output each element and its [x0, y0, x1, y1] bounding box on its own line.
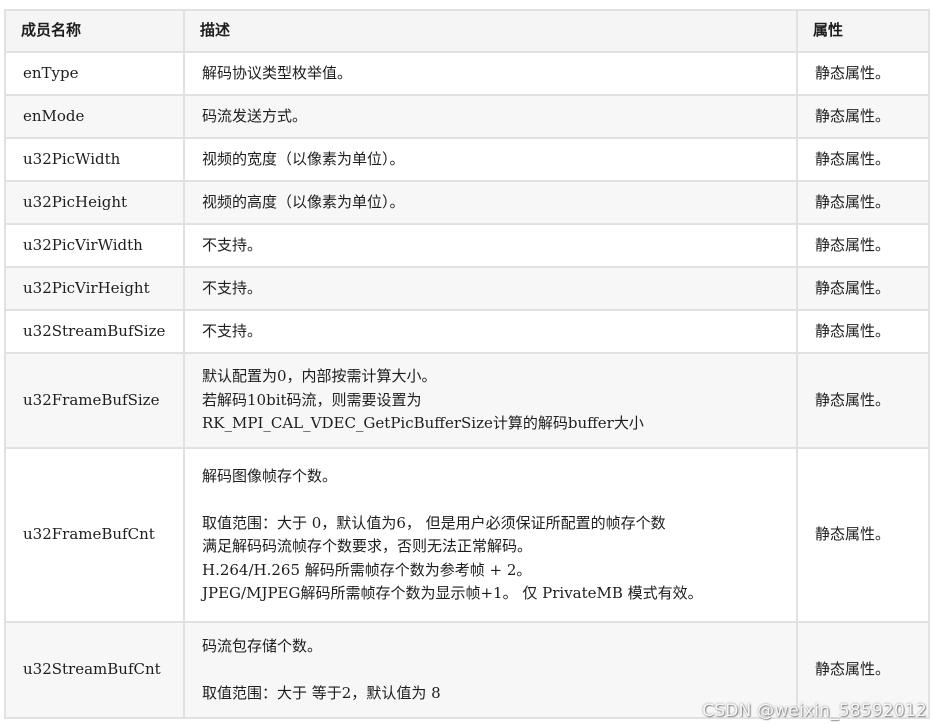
- member-name-cell: enType: [4, 51, 185, 96]
- attribute-cell: 静态属性。: [796, 309, 930, 354]
- description-line: 不支持。: [202, 278, 263, 297]
- description-cell: 解码协议类型枚举值。: [183, 51, 798, 96]
- attribute-cell: 静态属性。: [796, 51, 930, 96]
- description-line: 视频的宽度（以像素为单位）。: [202, 149, 405, 168]
- table-row: u32StreamBufSize 不支持。 静态属性。: [4, 309, 930, 354]
- member-name-cell: u32FrameBufCnt: [4, 447, 185, 623]
- attribute-cell: 静态属性。: [796, 266, 930, 311]
- description-line: 取值范围：大于 0，默认值为6， 但是用户必须保证所配置的帧存个数: [202, 513, 666, 532]
- attribute-cell: 静态属性。: [796, 447, 930, 623]
- attribute-cell: 静态属性。: [796, 352, 930, 449]
- table-row: u32PicVirWidth 不支持。 静态属性。: [4, 223, 930, 268]
- header-attribute: 属性: [796, 9, 930, 53]
- table-row: u32FrameBufCnt 解码图像帧存个数。 取值范围：大于 0，默认值为6…: [4, 447, 930, 623]
- table-row: enType 解码协议类型枚举值。 静态属性。: [4, 51, 930, 96]
- description-cell: 视频的高度（以像素为单位）。: [183, 180, 798, 225]
- watermark: CSDN @weixin_58592012: [702, 701, 927, 721]
- table-row: enMode 码流发送方式。 静态属性。: [4, 94, 930, 139]
- description-cell: 不支持。: [183, 266, 798, 311]
- member-name-cell: u32PicVirHeight: [4, 266, 185, 311]
- description-line: 解码协议类型枚举值。: [202, 63, 353, 82]
- attribute-cell: 静态属性。: [796, 137, 930, 182]
- member-name-cell: u32PicWidth: [4, 137, 185, 182]
- description-cell: 视频的宽度（以像素为单位）。: [183, 137, 798, 182]
- description-spacer: [202, 658, 796, 682]
- description-line: H.264/H.265 解码所需帧存个数为参考帧 + 2。: [202, 560, 532, 579]
- description-line: 码流发送方式。: [202, 106, 308, 125]
- description-cell: 不支持。: [183, 309, 798, 354]
- description-cell: 解码图像帧存个数。 取值范围：大于 0，默认值为6， 但是用户必须保证所配置的帧…: [183, 447, 798, 623]
- table-row: u32PicVirHeight 不支持。 静态属性。: [4, 266, 930, 311]
- table-header-row: 成员名称 描述 属性: [4, 9, 930, 53]
- attribute-cell: 静态属性。: [796, 180, 930, 225]
- description-line: 解码图像帧存个数。: [202, 466, 338, 485]
- description-cell: 码流发送方式。: [183, 94, 798, 139]
- member-name-cell: u32PicVirWidth: [4, 223, 185, 268]
- description-line: 满足解码码流帧存个数要求，否则无法正常解码。: [202, 537, 533, 555]
- member-name-cell: enMode: [4, 94, 185, 139]
- description-cell: 不支持。: [183, 223, 798, 268]
- table-row: u32FrameBufSize 默认配置为0，内部按需计算大小。 若解码10bi…: [4, 352, 930, 449]
- attribute-cell: 静态属性。: [796, 223, 930, 268]
- description-line: 不支持。: [202, 321, 263, 340]
- member-name-cell: u32FrameBufSize: [4, 352, 185, 449]
- description-line: RK_MPI_CAL_VDEC_GetPicBufferSize计算的解码buf…: [202, 414, 644, 433]
- attribute-cell: 静态属性。: [796, 94, 930, 139]
- member-name-cell: u32StreamBufSize: [4, 309, 185, 354]
- member-name-cell: u32StreamBufCnt: [4, 621, 185, 719]
- description-line: JPEG/MJPEG解码所需帧存个数为显示帧+1。 仅 PrivateMB 模式…: [202, 584, 703, 602]
- description-spacer: [202, 488, 796, 512]
- description-line: 若解码10bit码流，则需要设置为: [202, 390, 422, 409]
- description-line: 默认配置为0，内部按需计算大小。: [202, 367, 437, 386]
- header-description: 描述: [183, 9, 798, 53]
- description-line: 视频的高度（以像素为单位）。: [202, 192, 405, 211]
- table-row: u32PicHeight 视频的高度（以像素为单位）。 静态属性。: [4, 180, 930, 225]
- member-table: 成员名称 描述 属性 enType 解码协议类型枚举值。 静态属性。 enMod…: [4, 9, 930, 719]
- header-member-name: 成员名称: [4, 9, 185, 53]
- description-cell: 默认配置为0，内部按需计算大小。 若解码10bit码流，则需要设置为 RK_MP…: [183, 352, 798, 449]
- description-line: 不支持。: [202, 235, 263, 254]
- table-row: u32PicWidth 视频的宽度（以像素为单位）。 静态属性。: [4, 137, 930, 182]
- member-name-cell: u32PicHeight: [4, 180, 185, 225]
- description-line: 码流包存储个数。: [202, 636, 323, 655]
